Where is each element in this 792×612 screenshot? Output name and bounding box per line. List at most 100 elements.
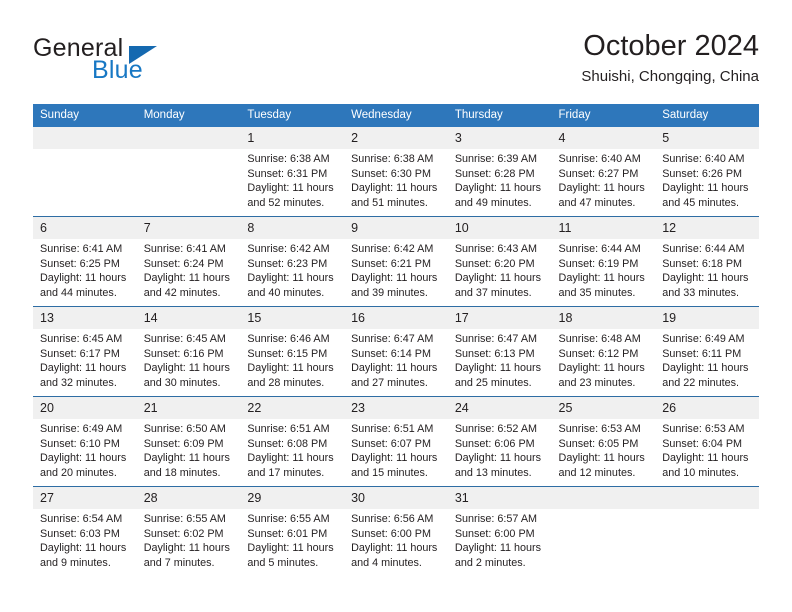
sunrise-text: Sunrise: 6:57 AM: [454, 513, 538, 525]
day-cell[interactable]: 11 Sunrise: 6:44 AM Sunset: 6:19 PM Dayl…: [551, 216, 656, 307]
sunrise-text: Sunrise: 6:51 AM: [247, 423, 330, 435]
title-block: October 2024 Shuishi, Chongqing, China: [581, 28, 759, 88]
day-cell[interactable]: 12 Sunrise: 6:44 AM Sunset: 6:18 PM Dayl…: [655, 216, 759, 307]
sunset-text: Sunset: 6:05 PM: [558, 437, 639, 450]
sunrise-text: Sunrise: 6:47 AM: [351, 333, 434, 345]
weekday-header-thursday: Thursday: [447, 104, 552, 127]
daylight-text: Daylight: 11 hours and 39 minutes.: [351, 272, 438, 299]
day-info: Sunrise: 6:40 AM Sunset: 6:27 PM Dayligh…: [552, 149, 656, 210]
daylight-text: Daylight: 11 hours and 51 minutes.: [351, 182, 438, 209]
sunset-text: Sunset: 6:04 PM: [662, 437, 743, 450]
day-cell[interactable]: 21 Sunrise: 6:50 AM Sunset: 6:09 PM Dayl…: [136, 396, 241, 487]
daylight-text: Daylight: 11 hours and 44 minutes.: [40, 272, 127, 299]
daylight-text: Daylight: 11 hours and 4 minutes.: [351, 542, 438, 569]
day-number: 30: [344, 487, 448, 509]
day-cell[interactable]: 23 Sunrise: 6:51 AM Sunset: 6:07 PM Dayl…: [344, 396, 448, 487]
day-cell[interactable]: 28 Sunrise: 6:55 AM Sunset: 6:02 PM Dayl…: [136, 486, 241, 576]
day-info: Sunrise: 6:51 AM Sunset: 6:08 PM Dayligh…: [240, 419, 344, 480]
day-number: [136, 127, 241, 149]
sunrise-text: Sunrise: 6:40 AM: [662, 153, 745, 165]
day-cell[interactable]: 20 Sunrise: 6:49 AM Sunset: 6:10 PM Dayl…: [33, 396, 137, 487]
sunset-text: Sunset: 6:10 PM: [40, 437, 120, 450]
daylight-text: Daylight: 11 hours and 9 minutes.: [40, 542, 127, 569]
sunrise-text: Sunrise: 6:49 AM: [662, 333, 745, 345]
sunrise-text: Sunrise: 6:44 AM: [558, 243, 641, 255]
sunrise-text: Sunrise: 6:54 AM: [40, 513, 123, 525]
day-cell[interactable]: 2 Sunrise: 6:38 AM Sunset: 6:30 PM Dayli…: [344, 127, 448, 217]
sunset-text: Sunset: 6:23 PM: [247, 257, 328, 270]
day-number: 1: [240, 127, 345, 149]
day-info: Sunrise: 6:44 AM Sunset: 6:18 PM Dayligh…: [655, 239, 759, 300]
day-cell[interactable]: 7 Sunrise: 6:41 AM Sunset: 6:24 PM Dayli…: [136, 216, 241, 307]
day-cell[interactable]: 25 Sunrise: 6:53 AM Sunset: 6:05 PM Dayl…: [551, 396, 656, 487]
sunrise-text: Sunrise: 6:51 AM: [351, 423, 434, 435]
day-info: Sunrise: 6:44 AM Sunset: 6:19 PM Dayligh…: [552, 239, 656, 300]
daylight-text: Daylight: 11 hours and 30 minutes.: [143, 362, 230, 389]
daylight-text: Daylight: 11 hours and 23 minutes.: [558, 362, 645, 389]
page-subtitle: Shuishi, Chongqing, China: [581, 68, 759, 85]
day-cell[interactable]: 9 Sunrise: 6:42 AM Sunset: 6:21 PM Dayli…: [344, 216, 448, 307]
sunset-text: Sunset: 6:00 PM: [454, 527, 535, 540]
day-cell[interactable]: 24 Sunrise: 6:52 AM Sunset: 6:06 PM Dayl…: [447, 396, 552, 487]
day-cell[interactable]: [655, 486, 759, 576]
daylight-text: Daylight: 11 hours and 28 minutes.: [247, 362, 334, 389]
day-cell[interactable]: 8 Sunrise: 6:42 AM Sunset: 6:23 PM Dayli…: [240, 216, 345, 307]
day-cell[interactable]: 10 Sunrise: 6:43 AM Sunset: 6:20 PM Dayl…: [447, 216, 552, 307]
day-info: Sunrise: 6:46 AM Sunset: 6:15 PM Dayligh…: [240, 329, 344, 390]
day-cell[interactable]: 15 Sunrise: 6:46 AM Sunset: 6:15 PM Dayl…: [240, 306, 345, 397]
sunset-text: Sunset: 6:03 PM: [40, 527, 120, 540]
day-cell[interactable]: 13 Sunrise: 6:45 AM Sunset: 6:17 PM Dayl…: [33, 306, 137, 397]
brand-logo[interactable]: General Blue: [33, 34, 263, 90]
sunrise-text: Sunrise: 6:45 AM: [40, 333, 123, 345]
day-cell[interactable]: [551, 486, 656, 576]
day-cell[interactable]: 29 Sunrise: 6:55 AM Sunset: 6:01 PM Dayl…: [240, 486, 345, 576]
day-info: [655, 509, 759, 512]
day-cell[interactable]: 1 Sunrise: 6:38 AM Sunset: 6:31 PM Dayli…: [240, 127, 345, 217]
daylight-text: Daylight: 11 hours and 47 minutes.: [558, 182, 645, 209]
weekday-header-monday: Monday: [136, 104, 241, 127]
day-info: Sunrise: 6:45 AM Sunset: 6:17 PM Dayligh…: [33, 329, 137, 390]
sunset-text: Sunset: 6:09 PM: [143, 437, 224, 450]
day-info: Sunrise: 6:49 AM Sunset: 6:11 PM Dayligh…: [655, 329, 759, 390]
day-cell[interactable]: [33, 127, 137, 217]
day-number: 8: [240, 217, 345, 239]
day-cell[interactable]: 19 Sunrise: 6:49 AM Sunset: 6:11 PM Dayl…: [655, 306, 759, 397]
day-cell[interactable]: 14 Sunrise: 6:45 AM Sunset: 6:16 PM Dayl…: [136, 306, 241, 397]
sunset-text: Sunset: 6:28 PM: [454, 167, 535, 180]
day-cell[interactable]: 31 Sunrise: 6:57 AM Sunset: 6:00 PM Dayl…: [447, 486, 552, 576]
day-cell[interactable]: 18 Sunrise: 6:48 AM Sunset: 6:12 PM Dayl…: [551, 306, 656, 397]
sunrise-text: Sunrise: 6:48 AM: [558, 333, 641, 345]
sunrise-text: Sunrise: 6:38 AM: [351, 153, 434, 165]
day-cell[interactable]: 17 Sunrise: 6:47 AM Sunset: 6:13 PM Dayl…: [447, 306, 552, 397]
daylight-text: Daylight: 11 hours and 32 minutes.: [40, 362, 127, 389]
daylight-text: Daylight: 11 hours and 42 minutes.: [143, 272, 230, 299]
day-cell[interactable]: [136, 127, 241, 217]
day-number: 24: [447, 397, 552, 419]
day-number: 28: [136, 487, 241, 509]
day-cell[interactable]: 22 Sunrise: 6:51 AM Sunset: 6:08 PM Dayl…: [240, 396, 345, 487]
day-cell[interactable]: 30 Sunrise: 6:56 AM Sunset: 6:00 PM Dayl…: [344, 486, 448, 576]
sunrise-text: Sunrise: 6:42 AM: [247, 243, 330, 255]
day-cell[interactable]: 5 Sunrise: 6:40 AM Sunset: 6:26 PM Dayli…: [655, 127, 759, 217]
day-number: 18: [551, 307, 656, 329]
day-info: Sunrise: 6:56 AM Sunset: 6:00 PM Dayligh…: [344, 509, 448, 570]
sunrise-text: Sunrise: 6:46 AM: [247, 333, 330, 345]
day-number: 10: [447, 217, 552, 239]
day-cell[interactable]: 27 Sunrise: 6:54 AM Sunset: 6:03 PM Dayl…: [33, 486, 137, 576]
day-cell[interactable]: 16 Sunrise: 6:47 AM Sunset: 6:14 PM Dayl…: [344, 306, 448, 397]
day-cell[interactable]: 3 Sunrise: 6:39 AM Sunset: 6:28 PM Dayli…: [447, 127, 552, 217]
day-cell[interactable]: 6 Sunrise: 6:41 AM Sunset: 6:25 PM Dayli…: [33, 216, 137, 307]
day-cell[interactable]: 4 Sunrise: 6:40 AM Sunset: 6:27 PM Dayli…: [551, 127, 656, 217]
daylight-text: Daylight: 11 hours and 15 minutes.: [351, 452, 438, 479]
sunrise-text: Sunrise: 6:55 AM: [247, 513, 330, 525]
day-number: 9: [344, 217, 448, 239]
daylight-text: Daylight: 11 hours and 37 minutes.: [454, 272, 542, 299]
day-info: Sunrise: 6:38 AM Sunset: 6:31 PM Dayligh…: [240, 149, 344, 210]
day-number: 2: [344, 127, 448, 149]
day-info: Sunrise: 6:41 AM Sunset: 6:24 PM Dayligh…: [137, 239, 241, 300]
daylight-text: Daylight: 11 hours and 17 minutes.: [247, 452, 334, 479]
day-info: Sunrise: 6:57 AM Sunset: 6:00 PM Dayligh…: [448, 509, 552, 570]
day-cell[interactable]: 26 Sunrise: 6:53 AM Sunset: 6:04 PM Dayl…: [655, 396, 759, 487]
day-info: Sunrise: 6:48 AM Sunset: 6:12 PM Dayligh…: [552, 329, 656, 390]
day-number: 15: [240, 307, 345, 329]
